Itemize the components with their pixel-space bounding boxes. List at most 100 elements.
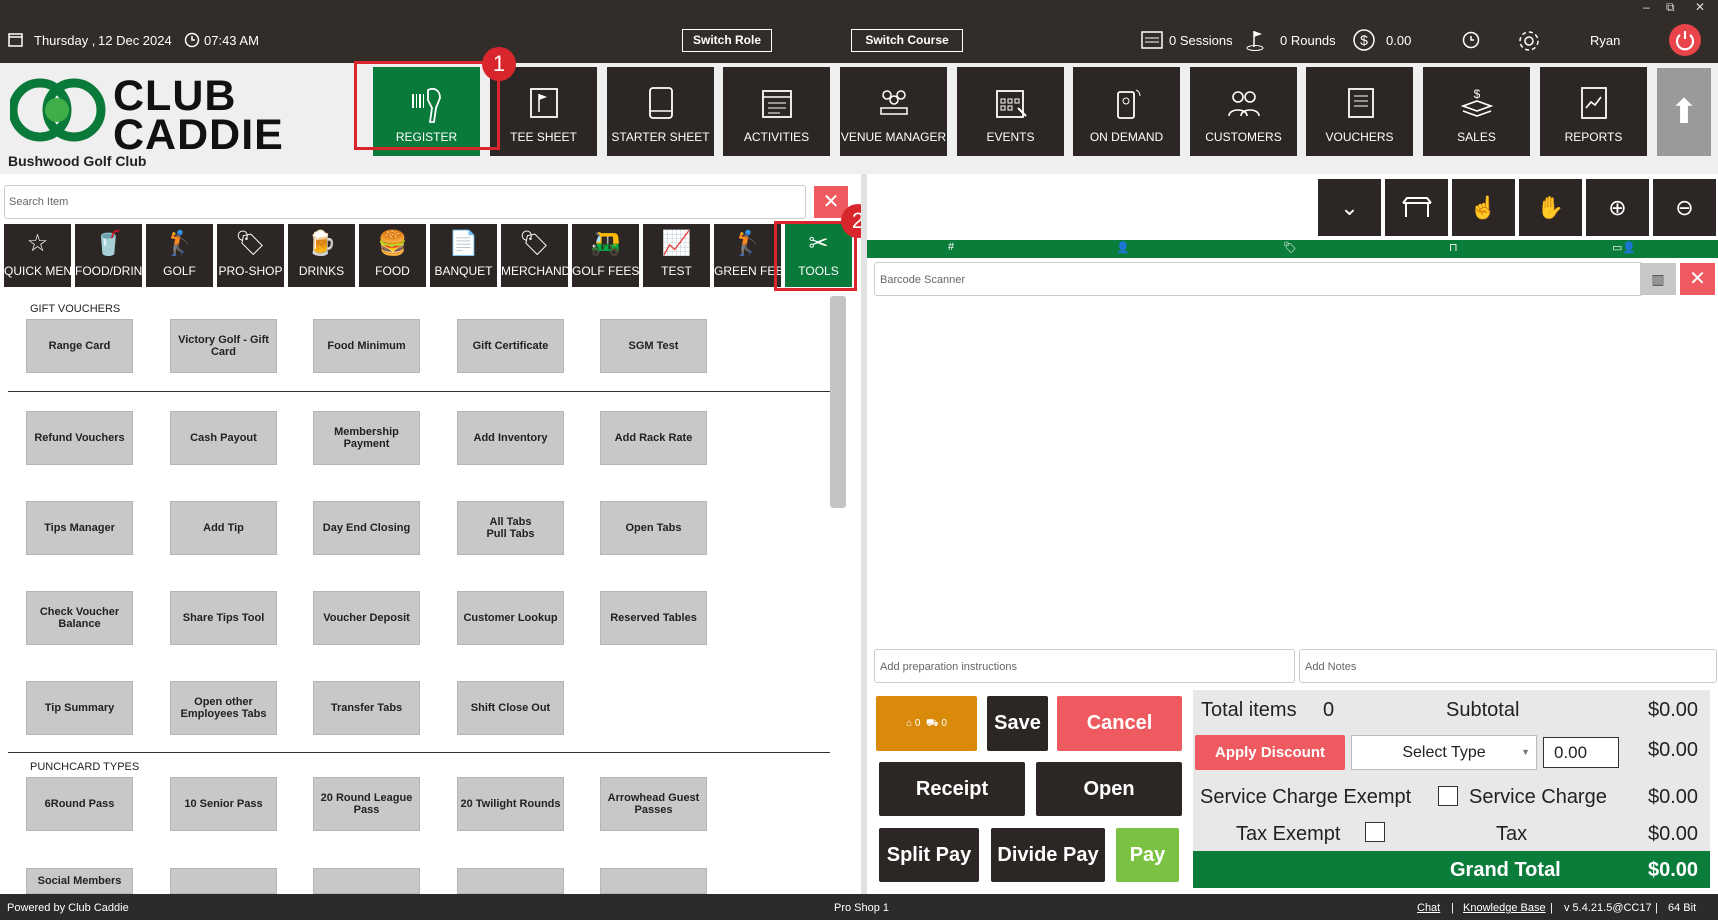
nav-customers[interactable]: CUSTOMERS	[1190, 67, 1297, 156]
hand-pointer-button[interactable]: ☝	[1452, 179, 1515, 236]
item-button[interactable]	[600, 868, 707, 894]
nav-venue-manager[interactable]: VENUE MANAGER	[840, 67, 947, 156]
category-golf-fees[interactable]: 🛺 GOLF FEES	[572, 224, 639, 287]
notes-input[interactable]: Add Notes	[1299, 649, 1717, 683]
nav-tee-sheet[interactable]: TEE SHEET	[490, 67, 597, 156]
category-food[interactable]: 🍔 FOOD	[359, 224, 426, 287]
close-window-icon[interactable]: ✕	[1695, 0, 1705, 14]
tax-label: Tax	[1496, 823, 1528, 845]
open-button[interactable]: Open	[1036, 762, 1182, 816]
item-button[interactable]: Reserved Tables	[600, 591, 707, 645]
collapse-up-button[interactable]: ⬆	[1657, 68, 1711, 156]
nav-events[interactable]: EVENTS	[957, 67, 1064, 156]
nav-sales[interactable]: $ SALES	[1423, 67, 1530, 156]
col-tag-icon: 🏷	[1283, 242, 1297, 254]
hand-card-button[interactable]: ✋	[1519, 179, 1582, 236]
barcode-button[interactable]: ▥	[1640, 263, 1676, 295]
category-drinks[interactable]: 🍺 DRINKS	[288, 224, 355, 287]
item-button[interactable]: 20 Round League Pass	[313, 777, 420, 831]
discount-type-select[interactable]: Select Type ▼	[1351, 735, 1537, 770]
item-button[interactable]: 6Round Pass	[26, 777, 133, 831]
item-button[interactable]: Add Rack Rate	[600, 411, 707, 465]
item-button[interactable]: SGM Test	[600, 319, 707, 373]
barcode-scanner-input[interactable]: Barcode Scanner	[874, 262, 1643, 296]
tab-status-button[interactable]: ⌂ 0 ⛟ 0	[876, 696, 977, 751]
item-button[interactable]	[170, 868, 277, 894]
save-button[interactable]: Save	[987, 696, 1048, 751]
item-button[interactable]: Tips Manager	[26, 501, 133, 555]
user-name[interactable]: Ryan	[1590, 33, 1620, 48]
item-button[interactable]	[457, 868, 564, 894]
item-button[interactable]: Cash Payout	[170, 411, 277, 465]
item-button[interactable]: Transfer Tabs	[313, 681, 420, 735]
item-button[interactable]: Victory Golf - Gift Card	[170, 319, 277, 373]
history-clock-icon[interactable]	[1462, 31, 1480, 49]
nav-reports[interactable]: REPORTS	[1540, 67, 1647, 156]
category-quick-menu[interactable]: ☆ QUICK MENU	[4, 224, 71, 287]
minimize-icon[interactable]: –	[1643, 0, 1650, 14]
item-button[interactable]: Voucher Deposit	[313, 591, 420, 645]
expand-down-button[interactable]: ⌄	[1318, 179, 1381, 236]
knowledge-base-link[interactable]: Knowledge Base	[1463, 902, 1546, 914]
item-button[interactable]: Customer Lookup	[457, 591, 564, 645]
item-button[interactable]: Arrowhead Guest Passes	[600, 777, 707, 831]
category-banquet[interactable]: 📄 BANQUET	[430, 224, 497, 287]
item-button[interactable]: Open other Employees Tabs	[170, 681, 277, 735]
category-merchandise[interactable]: 🏷 MERCHANDISE	[501, 224, 568, 287]
switch-course-button[interactable]: Switch Course	[851, 29, 963, 52]
scrollbar-thumb[interactable]	[830, 296, 846, 508]
item-button[interactable]: Check Voucher Balance	[26, 591, 133, 645]
add-button[interactable]: ⊕	[1586, 179, 1649, 236]
item-button[interactable]: Range Card	[26, 319, 133, 373]
item-button[interactable]: Social Members	[26, 868, 133, 894]
item-button[interactable]: Refund Vouchers	[26, 411, 133, 465]
search-input[interactable]: Search Item	[4, 185, 806, 219]
item-button[interactable]	[313, 868, 420, 894]
nav-starter-sheet[interactable]: STARTER SHEET	[607, 67, 714, 156]
item-button[interactable]: Add Inventory	[457, 411, 564, 465]
item-button[interactable]: Gift Certificate	[457, 319, 564, 373]
sessions-count[interactable]: 0 Sessions	[1169, 33, 1233, 48]
amount-text[interactable]: 0.00	[1386, 33, 1411, 48]
service-charge-exempt-checkbox[interactable]	[1438, 786, 1458, 806]
category-pro-shop[interactable]: 🏷 PRO-SHOP	[217, 224, 284, 287]
receipt-button[interactable]: Receipt	[879, 762, 1025, 816]
preparation-input[interactable]: Add preparation instructions	[874, 649, 1295, 683]
item-button[interactable]: Open Tabs	[600, 501, 707, 555]
item-button[interactable]: Shift Close Out	[457, 681, 564, 735]
rounds-count[interactable]: 0 Rounds	[1280, 33, 1336, 48]
remove-button[interactable]: ⊖	[1653, 179, 1716, 236]
tax-exempt-label: Tax Exempt	[1236, 823, 1341, 845]
item-button[interactable]: 10 Senior Pass	[170, 777, 277, 831]
clear-barcode-button[interactable]: ✕	[1680, 263, 1715, 295]
item-button[interactable]: 20 Twilight Rounds	[457, 777, 564, 831]
item-button[interactable]: Food Minimum	[313, 319, 420, 373]
power-button[interactable]	[1669, 24, 1701, 56]
item-button[interactable]: All Tabs Pull Tabs	[457, 501, 564, 555]
category-green-fees[interactable]: 🏌 GREEN FEES	[714, 224, 781, 287]
item-button[interactable]: Membership Payment	[313, 411, 420, 465]
category-food-drink[interactable]: 🥤 FOOD/DRINK	[75, 224, 142, 287]
category-test[interactable]: 📈 TEST	[643, 224, 710, 287]
nav-vouchers[interactable]: VOUCHERS	[1306, 67, 1413, 156]
item-button[interactable]: Share Tips Tool	[170, 591, 277, 645]
pay-button[interactable]: Pay	[1116, 828, 1179, 882]
table-button[interactable]	[1385, 179, 1448, 236]
nav-on-demand[interactable]: ON DEMAND	[1073, 67, 1180, 156]
category-golf[interactable]: 🏌 GOLF	[146, 224, 213, 287]
split-pay-button[interactable]: Split Pay	[879, 828, 979, 882]
restore-icon[interactable]: ⧉	[1666, 0, 1675, 15]
gear-icon[interactable]	[1517, 29, 1541, 53]
chat-link[interactable]: Chat	[1417, 902, 1440, 914]
tax-exempt-checkbox[interactable]	[1365, 822, 1385, 842]
item-button[interactable]: Day End Closing	[313, 501, 420, 555]
switch-role-button[interactable]: Switch Role	[682, 29, 772, 52]
apply-discount-button[interactable]: Apply Discount	[1195, 735, 1345, 770]
divide-pay-button[interactable]: Divide Pay	[991, 828, 1105, 882]
discount-value-input[interactable]: 0.00	[1543, 737, 1619, 768]
item-button[interactable]: Tip Summary	[26, 681, 133, 735]
item-button[interactable]: Add Tip	[170, 501, 277, 555]
nav-activities[interactable]: ACTIVITIES	[723, 67, 830, 156]
golfer-icon: 🏌	[732, 230, 763, 257]
cancel-button[interactable]: Cancel	[1057, 696, 1182, 751]
